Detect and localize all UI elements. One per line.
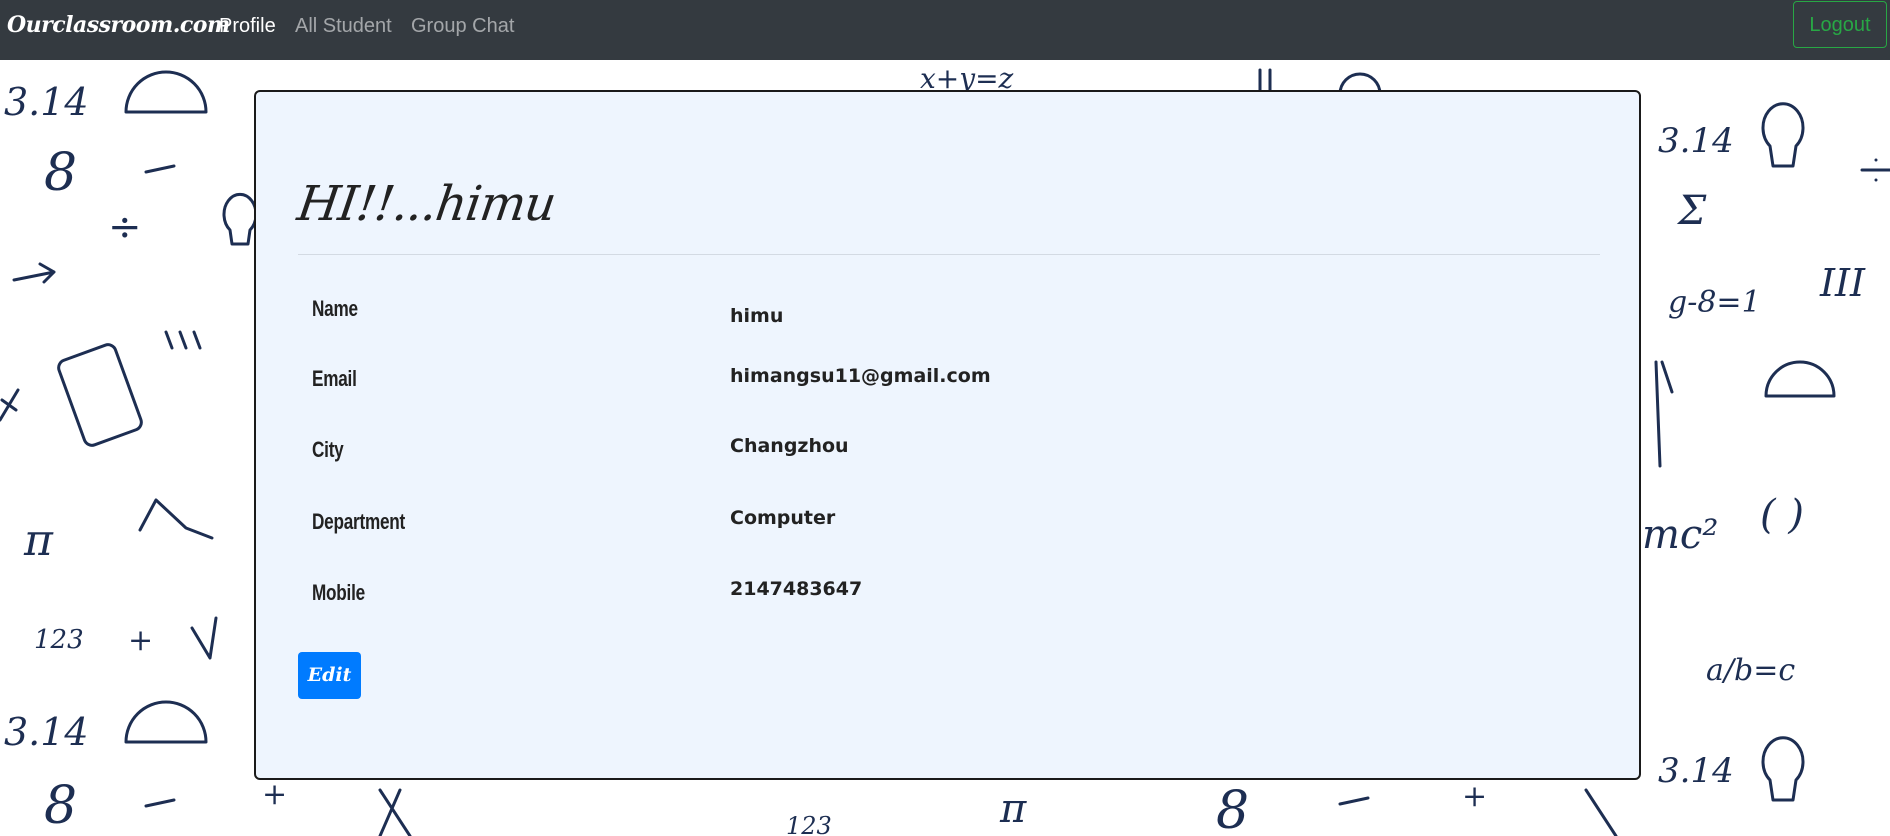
doodle-pi-b: π — [999, 786, 1027, 832]
compass-icon — [1654, 360, 1674, 468]
doodle-eight: 8 — [44, 143, 77, 203]
compass-b2 — [1584, 788, 1618, 836]
doodle-sigma: Σ — [1676, 188, 1707, 234]
doodle-roman: III — [1819, 261, 1866, 305]
field-label-mobile: Mobile — [312, 580, 365, 605]
doodle-pi-value: 3.14 — [4, 80, 89, 124]
field-label-city: City — [312, 437, 344, 462]
greeting-heading: HI!!...himu — [294, 176, 559, 232]
bars-stroke — [1258, 68, 1272, 92]
profile-row-name: Name himu — [256, 292, 1639, 332]
doodle-divide: ÷ — [108, 204, 142, 250]
doodle-eight-2: 8 — [44, 776, 77, 836]
exclaim-stroke — [164, 330, 202, 350]
doodle-pi-value-2: 3.14 — [4, 710, 89, 754]
divider — [298, 254, 1600, 255]
dash-stroke-b — [1338, 796, 1370, 806]
nav-link-profile[interactable]: Profile — [219, 15, 276, 38]
field-value-email: himangsu11@gmail.com — [730, 365, 991, 387]
doodle-pi-value-r: 3.14 — [1658, 121, 1734, 161]
doodle-pi-value-r2: 3.14 — [1658, 751, 1734, 791]
profile-card: HI!!...himu Name himu Email himangsu11@g… — [254, 90, 1641, 780]
dash-stroke-2 — [144, 798, 176, 808]
neq-stroke — [0, 388, 20, 422]
field-value-city: Changzhou — [730, 435, 849, 457]
field-label-department: Department — [312, 509, 406, 534]
brand-logo[interactable]: Ourclassroom.com — [7, 12, 230, 38]
doodle-mc2: mc² — [1642, 512, 1718, 558]
doodle-equation: g-8=1 — [1668, 285, 1761, 320]
doodle-123-b: 123 — [786, 812, 832, 836]
dash-stroke — [144, 164, 176, 174]
doodle-123: 123 — [34, 625, 84, 655]
protractor-icon — [124, 70, 208, 114]
lightbulb-icon-r — [1761, 102, 1805, 168]
calculator-icon — [57, 343, 143, 447]
nav-link-group-chat[interactable]: Group Chat — [411, 15, 514, 38]
lightbulb-icon-r2 — [1761, 736, 1805, 802]
doodle-fraction: a/b=c — [1706, 653, 1795, 688]
doodle-plus-b2: + — [1462, 779, 1487, 814]
logout-button[interactable]: Logout — [1793, 1, 1887, 48]
protractor-icon-2 — [124, 700, 208, 744]
arrow-icon — [12, 262, 56, 284]
doodle-plus-b: + — [262, 777, 287, 812]
field-value-mobile: 2147483647 — [730, 578, 863, 600]
top-navbar: Ourclassroom.com Profile All Student Gro… — [0, 0, 1890, 60]
profile-row-email: Email himangsu11@gmail.com — [256, 362, 1639, 402]
divide-stroke-r — [1860, 158, 1890, 182]
profile-row-mobile: Mobile 2147483647 — [256, 576, 1639, 616]
profile-row-department: Department Computer — [256, 505, 1639, 545]
doodle-parens: ( ) — [1760, 492, 1804, 538]
field-value-name: himu — [730, 305, 784, 327]
line-stroke — [138, 498, 214, 540]
field-value-department: Computer — [730, 507, 836, 529]
doodle-pi: π — [23, 515, 54, 566]
doodle-plus: + — [128, 623, 153, 658]
nav-link-all-student[interactable]: All Student — [295, 15, 392, 38]
edit-button[interactable]: Edit — [298, 652, 361, 699]
field-label-email: Email — [312, 366, 357, 391]
field-label-name: Name — [312, 296, 358, 321]
lightbulb-icon — [222, 192, 258, 246]
protractor-icon-r — [1764, 360, 1836, 398]
profile-row-city: City Changzhou — [256, 433, 1639, 473]
doodle-eight-b: 8 — [1216, 781, 1249, 836]
sqrt-stroke — [190, 616, 218, 660]
compass-b — [378, 788, 412, 836]
